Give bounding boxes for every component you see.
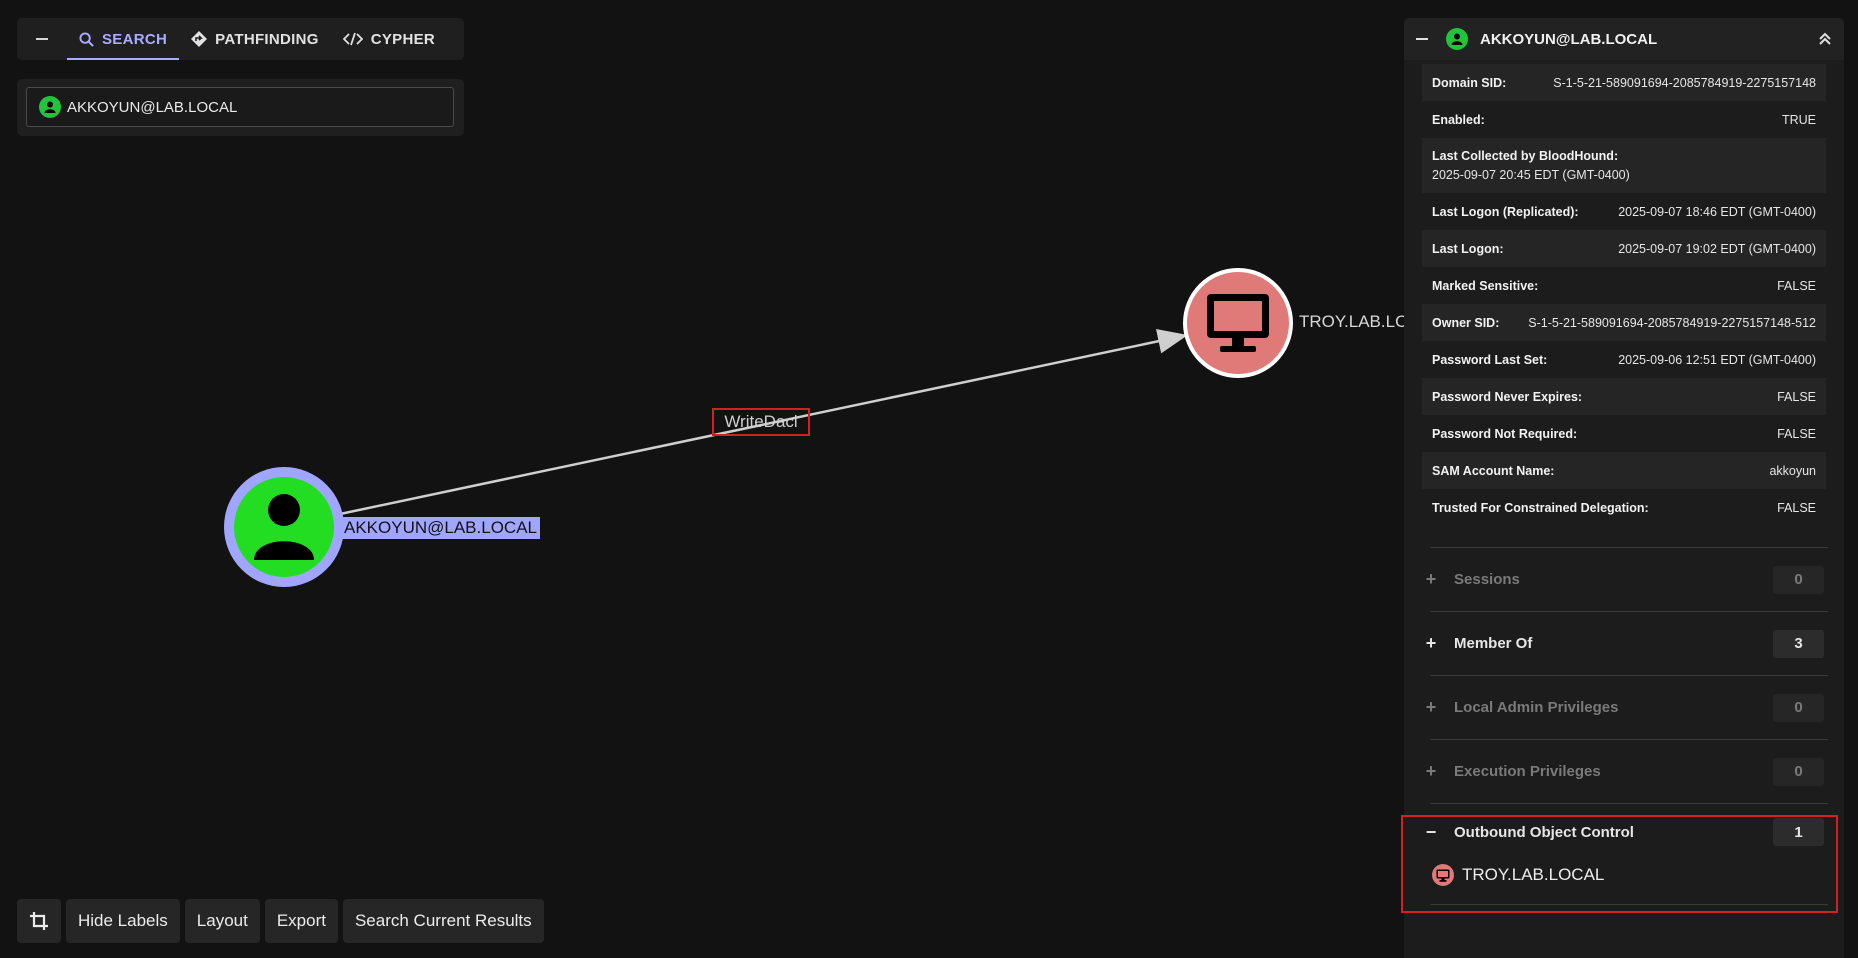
search-input[interactable]: AKKOYUN@LAB.LOCAL	[26, 87, 454, 127]
property-key: Enabled:	[1432, 112, 1485, 127]
section-count: 0	[1773, 565, 1824, 594]
property-key: Last Logon (Replicated):	[1432, 204, 1579, 219]
tab-search[interactable]: SEARCH	[67, 18, 180, 60]
layout-button[interactable]: Layout	[184, 899, 260, 943]
entity-title: AKKOYUN@LAB.LOCAL	[1480, 30, 1658, 48]
user-icon	[39, 96, 61, 118]
section-count: 0	[1773, 693, 1824, 722]
tab-pathfinding-label: PATHFINDING	[215, 30, 319, 48]
section-sessions[interactable]: + Sessions 0	[1404, 548, 1844, 611]
tab-cypher[interactable]: CYPHER	[331, 18, 447, 60]
collapse-search-button[interactable]	[17, 18, 67, 60]
property-value: TRUE	[1781, 112, 1816, 127]
property-key: SAM Account Name:	[1432, 463, 1555, 478]
property-key: Owner SID:	[1432, 315, 1500, 330]
property-row: Trusted For Constrained Delegation: FALSE	[1422, 489, 1826, 526]
property-key: Last Logon:	[1432, 241, 1504, 256]
property-value: FALSE	[1777, 426, 1816, 441]
section-label: Member Of	[1454, 635, 1533, 652]
minus-icon	[36, 38, 48, 40]
plus-icon: +	[1425, 569, 1437, 589]
plus-icon: +	[1425, 761, 1437, 781]
search-panel: AKKOYUN@LAB.LOCAL	[17, 79, 464, 136]
property-row: Last Logon (Replicated): 2025-09-07 18:46…	[1422, 193, 1826, 230]
collapse-panel-button[interactable]	[1416, 38, 1428, 40]
user-icon	[1446, 28, 1468, 50]
property-row: Last Collected by BloodHound: 2025-09-07 …	[1422, 138, 1826, 193]
property-key: Trusted For Constrained Delegation:	[1432, 500, 1649, 515]
edge-label[interactable]: WriteDacl	[712, 408, 810, 436]
property-key: Password Never Expires:	[1432, 389, 1583, 404]
tab-pathfinding[interactable]: PATHFINDING	[179, 18, 331, 60]
property-key: Last Collected by BloodHound:	[1432, 149, 1619, 163]
section-label: Local Admin Privileges	[1454, 699, 1619, 716]
property-row: Password Last Set: 2025-09-06 12:51 EDT (…	[1422, 341, 1826, 378]
search-tabs-bar: SEARCH PATHFINDING CYPHER	[17, 18, 464, 60]
property-value: akkoyun	[1769, 463, 1816, 478]
plus-icon: +	[1425, 633, 1437, 653]
hide-labels-button[interactable]: Hide Labels	[66, 899, 180, 943]
property-row: Domain SID: S-1-5-21-589091694-2085784919…	[1422, 64, 1826, 101]
property-row: Marked Sensitive: FALSE	[1422, 267, 1826, 304]
section-label: Execution Privileges	[1454, 763, 1601, 780]
property-value: S-1-5-21-589091694-2085784919-2275157148…	[1528, 315, 1816, 330]
property-key: Password Not Required:	[1432, 426, 1578, 441]
highlight-box	[1401, 815, 1838, 913]
property-row: Owner SID: S-1-5-21-589091694-2085784919-…	[1422, 304, 1826, 341]
property-value: 2025-09-06 12:51 EDT (GMT-0400)	[1618, 352, 1816, 367]
search-icon	[79, 31, 94, 47]
section-member-of[interactable]: + Member Of 3	[1404, 612, 1844, 675]
property-value: 2025-09-07 20:45 EDT (GMT-0400)	[1432, 168, 1630, 182]
entity-panel-header: AKKOYUN@LAB.LOCAL	[1404, 18, 1844, 60]
property-value: FALSE	[1777, 278, 1816, 293]
tab-cypher-label: CYPHER	[370, 30, 436, 48]
computer-node[interactable]	[1183, 268, 1293, 378]
property-key: Domain SID:	[1432, 75, 1507, 90]
graph-canvas[interactable]: WriteDacl AKKOYUN@LAB.LOCAL TROY.LAB.LOC…	[0, 0, 1441, 958]
section-label: Sessions	[1454, 571, 1520, 588]
user-node[interactable]	[224, 467, 344, 587]
property-value: FALSE	[1777, 389, 1816, 404]
search-current-results-button[interactable]: Search Current Results	[342, 899, 544, 943]
property-row: SAM Account Name: akkoyun	[1422, 452, 1826, 489]
pathfinding-icon	[191, 31, 208, 47]
chevron-double-up-icon[interactable]	[1818, 32, 1832, 46]
section-count: 3	[1773, 629, 1824, 658]
property-list: Domain SID: S-1-5-21-589091694-2085784919…	[1404, 64, 1844, 526]
property-key: Marked Sensitive:	[1432, 278, 1539, 293]
property-value: S-1-5-21-589091694-2085784919-2275157148	[1553, 75, 1816, 90]
export-button[interactable]: Export	[264, 899, 338, 943]
property-value: FALSE	[1777, 500, 1816, 515]
graph-toolbar: Hide Labels Layout Export Search Current…	[17, 899, 544, 943]
section-local-admin-privileges[interactable]: + Local Admin Privileges 0	[1404, 676, 1844, 739]
code-icon	[342, 32, 363, 46]
property-value: 2025-09-07 19:02 EDT (GMT-0400)	[1618, 241, 1816, 256]
property-row: Enabled: TRUE	[1422, 101, 1826, 138]
section-count: 0	[1773, 757, 1824, 786]
property-key: Password Last Set:	[1432, 352, 1548, 367]
property-value: 2025-09-07 18:46 EDT (GMT-0400)	[1618, 204, 1816, 219]
plus-icon: +	[1425, 697, 1437, 717]
tab-search-label: SEARCH	[102, 30, 168, 48]
search-input-value: AKKOYUN@LAB.LOCAL	[67, 98, 238, 116]
graph-svg	[224, 268, 1293, 587]
user-node-label[interactable]: AKKOYUN@LAB.LOCAL	[341, 517, 540, 539]
crop-button[interactable]	[17, 899, 61, 943]
crop-icon	[30, 912, 48, 930]
property-row: Last Logon: 2025-09-07 19:02 EDT (GMT-040…	[1422, 230, 1826, 267]
section-execution-privileges[interactable]: + Execution Privileges 0	[1404, 740, 1844, 803]
property-row: Password Not Required: FALSE	[1422, 415, 1826, 452]
property-row: Password Never Expires: FALSE	[1422, 378, 1826, 415]
